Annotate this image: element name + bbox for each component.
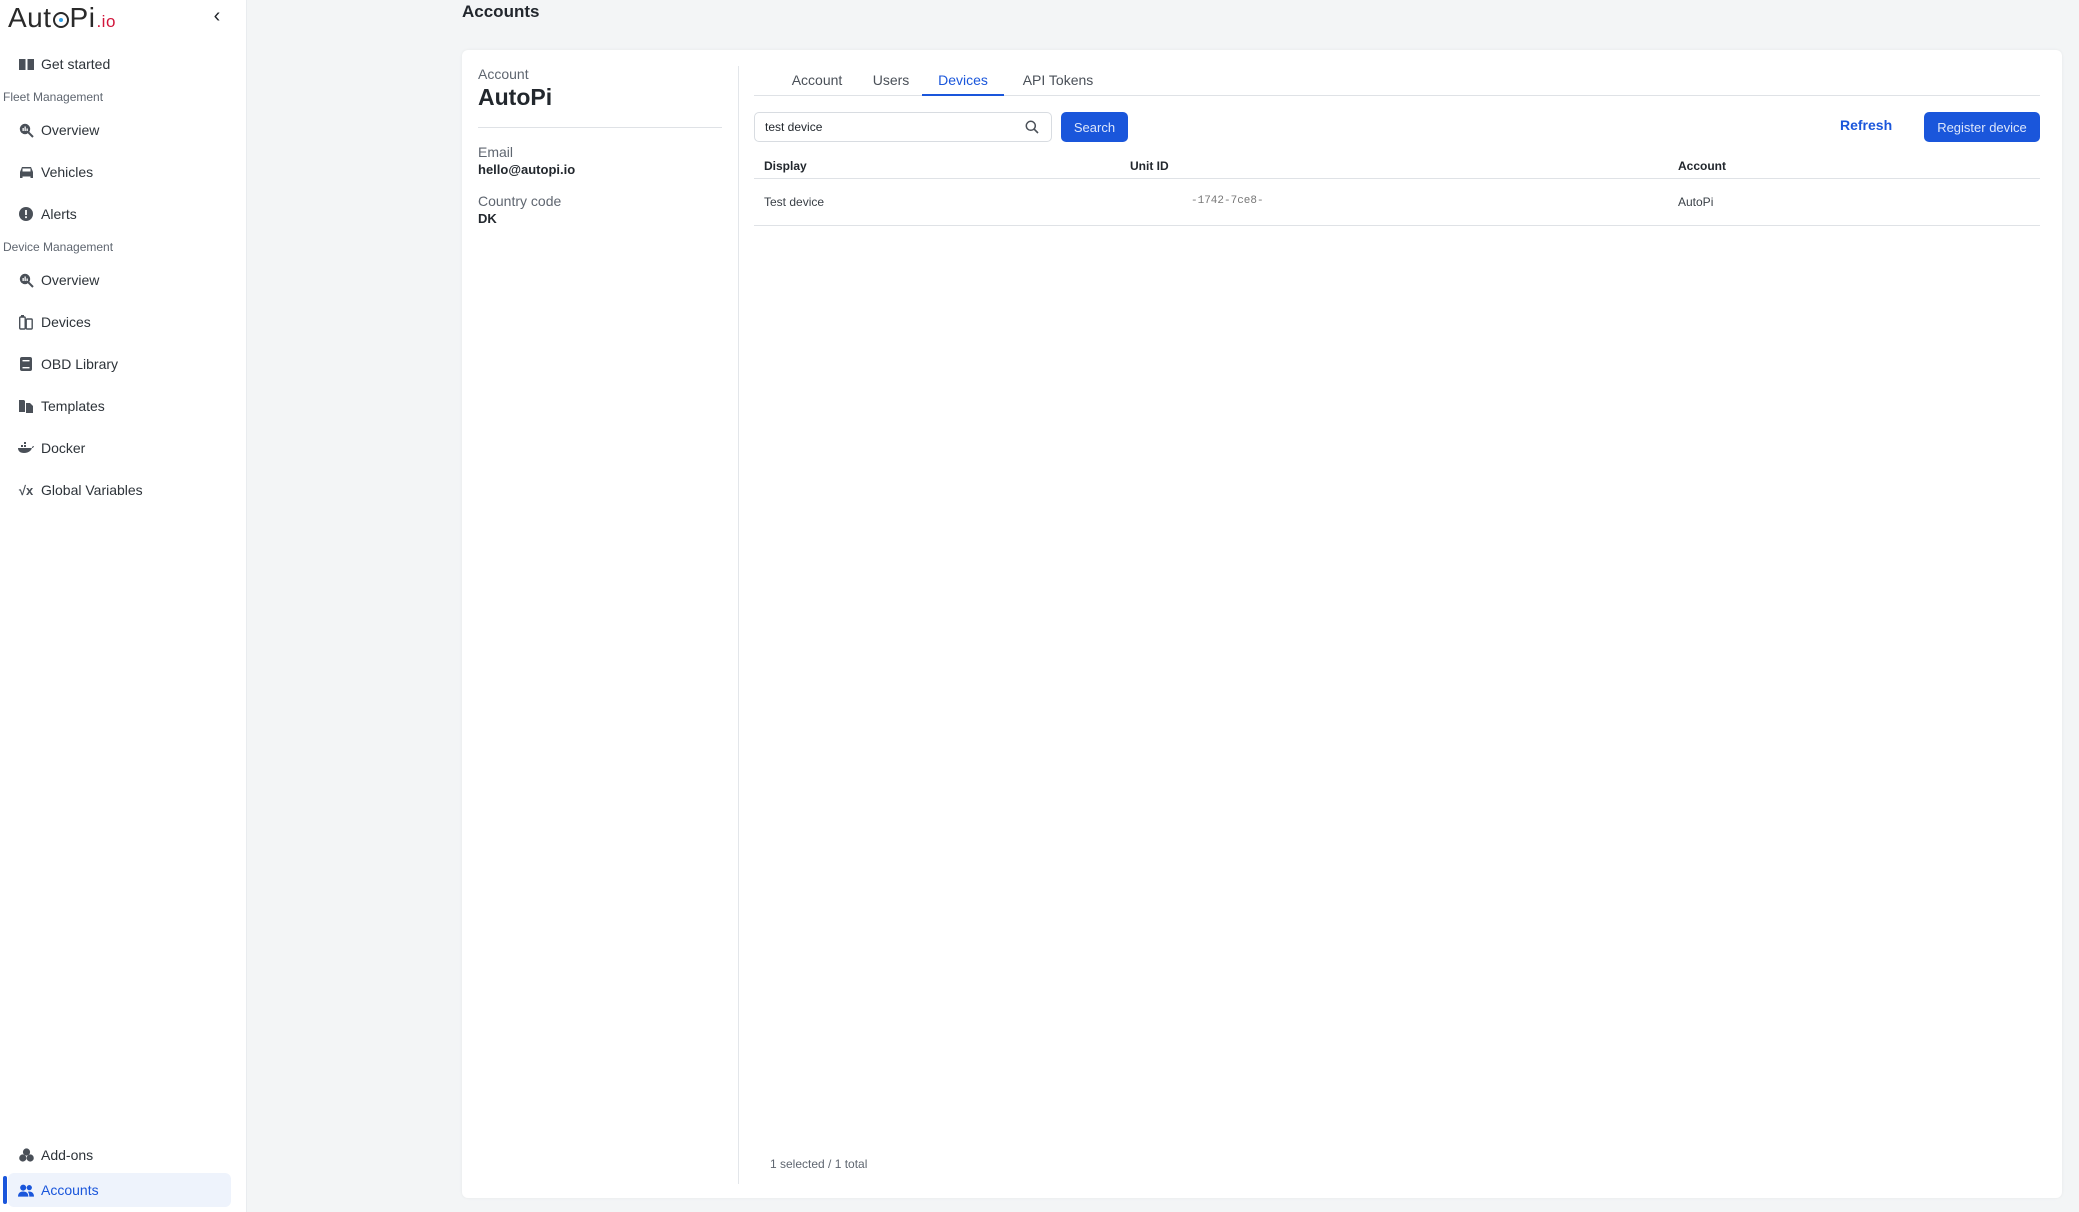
sidebar-item-label: Overview [41, 122, 100, 138]
files-icon [18, 398, 34, 414]
search-icon[interactable] [1025, 120, 1039, 134]
search-button[interactable]: Search [1061, 112, 1128, 142]
section-fleet-management: Fleet Management [3, 90, 104, 104]
sqrt-x-icon: √x [18, 482, 34, 498]
tab-account[interactable]: Account [789, 64, 845, 96]
sidebar-item-label: Add-ons [41, 1147, 94, 1163]
logo-text-pi: Pi [69, 2, 96, 33]
sidebar-item-templates[interactable]: Templates [8, 389, 231, 423]
vertical-divider [738, 66, 739, 1184]
section-device-management: Device Management [3, 240, 114, 254]
column-header-account[interactable]: Account [1678, 159, 1726, 173]
account-label: Account [478, 66, 529, 82]
logo-suffix: .io [96, 12, 116, 31]
collapse-sidebar-chevron-left-icon[interactable]: ‹ [208, 5, 226, 27]
sidebar-item-label: Get started [41, 56, 111, 72]
sidebar: Aut Pi .io ‹ Get started Fleet Management … [0, 0, 247, 1212]
device-display-name: Test device [764, 195, 825, 209]
sidebar-item-fleet-overview[interactable]: Overview [8, 113, 231, 147]
users-icon [18, 1182, 34, 1198]
active-indicator [3, 1176, 7, 1204]
sidebar-item-obd-library[interactable]: OBD Library [8, 347, 231, 381]
sidebar-item-label: Templates [41, 398, 105, 414]
country-code-label: Country code [478, 193, 562, 209]
column-header-display[interactable]: Display [764, 159, 807, 173]
autopi-logo[interactable]: Aut Pi .io [8, 2, 116, 33]
sidebar-item-label: Global Variables [41, 482, 143, 498]
logo-text: Aut [8, 2, 52, 33]
email-label: Email [478, 144, 514, 160]
country-code-value: DK [478, 211, 497, 226]
logo-o-icon [52, 12, 69, 28]
account-name: AutoPi [478, 84, 553, 110]
sidebar-item-vehicles[interactable]: Vehicles [8, 155, 231, 189]
page-title: Accounts [462, 2, 540, 21]
divider [478, 127, 722, 128]
tab-devices[interactable]: Devices [922, 64, 1004, 96]
table-header: Display Unit ID Account [754, 152, 2040, 179]
book-icon [18, 56, 34, 72]
device-account: AutoPi [1678, 195, 1714, 209]
sidebar-item-label: Alerts [41, 206, 77, 222]
sidebar-item-global-variables[interactable]: √x Global Variables [8, 473, 231, 507]
book-closed-icon [18, 356, 34, 372]
devices-table: Display Unit ID Account Test device -174… [754, 152, 2040, 226]
account-tabs: Account Users Devices API Tokens [754, 64, 2040, 96]
device-unit-id: -1742-7ce8- [1191, 195, 1264, 207]
account-card: Account AutoPi Email hello@autopi.io Cou… [462, 50, 2062, 1198]
car-icon [18, 164, 34, 180]
table-row[interactable]: Test device -1742-7ce8- AutoPi [754, 179, 2040, 226]
docker-icon [18, 440, 34, 456]
sidebar-item-label: Vehicles [41, 164, 94, 180]
account-details-panel: Account AutoPi Email hello@autopi.io Cou… [478, 66, 722, 226]
sidebar-item-docker[interactable]: Docker [8, 431, 231, 465]
search-input[interactable] [765, 120, 1015, 134]
sidebar-item-device-overview[interactable]: Overview [8, 263, 231, 297]
sidebar-item-label: Accounts [41, 1182, 99, 1198]
cubes-icon [18, 1147, 34, 1163]
sidebar-item-label: Docker [41, 440, 86, 456]
sidebar-item-label: Overview [41, 272, 100, 288]
sidebar-item-add-ons[interactable]: Add-ons [8, 1138, 231, 1172]
refresh-button[interactable]: Refresh [1840, 117, 1892, 133]
column-header-unit-id[interactable]: Unit ID [1130, 159, 1169, 173]
sidebar-item-devices[interactable]: Devices [8, 305, 231, 339]
search-chart-icon [18, 272, 34, 288]
tab-api-tokens[interactable]: API Tokens [1021, 64, 1095, 96]
device-search-field[interactable] [754, 112, 1052, 142]
sidebar-item-label: OBD Library [41, 356, 119, 372]
register-device-button[interactable]: Register device [1924, 112, 2040, 142]
sidebar-item-alerts[interactable]: Alerts [8, 197, 231, 231]
alert-circle-icon [18, 206, 34, 222]
email-value: hello@autopi.io [478, 162, 576, 177]
sidebar-item-accounts[interactable]: Accounts [8, 1173, 231, 1207]
search-chart-icon [18, 122, 34, 138]
devices-icon [18, 314, 34, 330]
tab-users[interactable]: Users [871, 64, 911, 96]
sidebar-item-label: Devices [41, 314, 91, 330]
selection-count: 1 selected / 1 total [770, 1157, 868, 1171]
sidebar-item-get-started[interactable]: Get started [8, 47, 231, 81]
